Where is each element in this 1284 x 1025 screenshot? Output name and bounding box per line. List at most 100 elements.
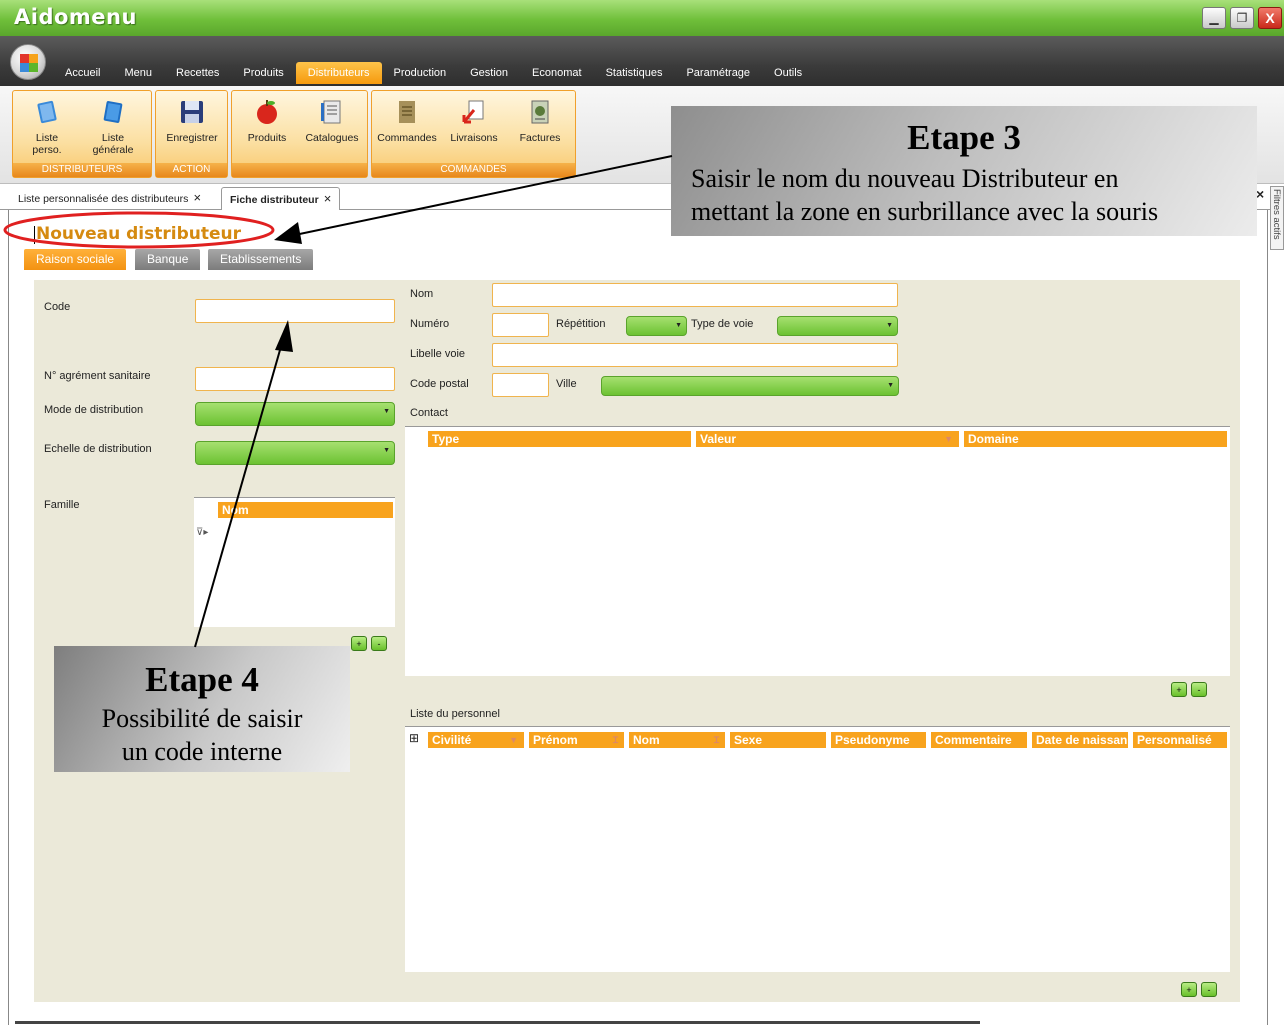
liste-perso-button[interactable]: Liste perso.	[15, 93, 79, 156]
column-header-nom[interactable]: Nom	[218, 502, 393, 518]
echelle-distribution-label: Echelle de distribution	[44, 443, 152, 455]
list-general-icon	[103, 101, 123, 123]
contact-grid-header: Type Valeur ▼ Domaine	[428, 431, 1227, 447]
nom-field[interactable]	[492, 283, 898, 307]
ribbon-group-commandes: Commandes Livraisons Factures COMMANDES	[371, 90, 576, 178]
menu-item-produits[interactable]: Produits	[231, 62, 295, 84]
menu-item-parametrage[interactable]: Paramétrage	[674, 62, 762, 84]
code-postal-label: Code postal	[410, 378, 469, 390]
personnel-label: Liste du personnel	[410, 708, 500, 720]
personnel-add-button[interactable]: +	[1181, 982, 1197, 997]
tab-liste-personnalisee[interactable]: Liste personnalisée des distributeurs ×	[10, 187, 209, 210]
famille-grid-header: Nom	[218, 502, 393, 518]
code-field[interactable]	[195, 299, 395, 323]
ribbon-group-produits: Produits Catalogues	[231, 90, 368, 178]
minimize-button[interactable]: ▁	[1202, 7, 1226, 29]
close-icon[interactable]: ×	[193, 190, 201, 205]
restore-button[interactable]: ❐	[1230, 7, 1254, 29]
chevron-down-icon: ▼	[675, 322, 682, 329]
callout-title: Etape 3	[907, 118, 1021, 157]
close-button[interactable]: X	[1258, 7, 1282, 29]
menu-item-production[interactable]: Production	[382, 62, 459, 84]
chevron-down-icon: ▼	[887, 382, 894, 389]
factures-button[interactable]: Factures	[508, 93, 572, 144]
libelle-voie-label: Libelle voie	[410, 348, 466, 360]
column-header-pseudonyme[interactable]: Pseudonyme	[831, 732, 931, 748]
contact-add-button[interactable]: +	[1171, 682, 1187, 697]
column-header-prenom[interactable]: Prénom Ɪ	[529, 732, 629, 748]
commandes-button[interactable]: Commandes	[375, 93, 439, 144]
delivery-icon	[462, 100, 484, 124]
minimize-icon: ▁	[1209, 11, 1219, 25]
column-header-date-naissance[interactable]: Date de naissan	[1032, 732, 1133, 748]
column-header-type[interactable]: Type	[428, 431, 696, 447]
ribbon-group-label: DISTRIBUTEURS	[13, 163, 151, 177]
livraisons-button[interactable]: Livraisons	[442, 93, 506, 144]
tab-fiche-distributeur[interactable]: Fiche distributeur ×	[221, 187, 341, 210]
sort-icon: ▼	[509, 735, 518, 745]
nom-label: Nom	[410, 288, 434, 300]
echelle-distribution-select[interactable]: ▼	[195, 441, 395, 465]
menu-item-menu[interactable]: Menu	[112, 62, 164, 84]
ribbon-group-label	[232, 163, 367, 177]
numero-field[interactable]	[492, 313, 549, 337]
ville-select[interactable]: ▼	[601, 376, 899, 396]
divider	[15, 1021, 980, 1024]
tab-banque[interactable]: Banque	[135, 249, 201, 270]
code-postal-field[interactable]	[492, 373, 549, 397]
app-logo-icon[interactable]	[10, 44, 46, 80]
catalogues-button[interactable]: Catalogues	[300, 93, 364, 144]
menu-item-accueil[interactable]: Accueil	[53, 62, 112, 84]
menu-item-economat[interactable]: Economat	[520, 62, 594, 84]
filtres-actifs-tab[interactable]: Filtres actifs	[1270, 186, 1284, 250]
famille-remove-button[interactable]: -	[371, 636, 387, 651]
menu-item-outils[interactable]: Outils	[762, 62, 814, 84]
menu-item-gestion[interactable]: Gestion	[458, 62, 520, 84]
produits-button[interactable]: Produits	[235, 93, 299, 144]
enregistrer-button[interactable]: Enregistrer	[160, 93, 224, 144]
personnel-grid[interactable]	[405, 726, 1230, 972]
column-header-commentaire[interactable]: Commentaire	[931, 732, 1032, 748]
column-header-civilite[interactable]: Civilité ▼	[428, 732, 529, 748]
ribbon-group-distributeurs: Liste perso. Liste générale DISTRIBUTEUR…	[12, 90, 152, 178]
close-panel-icon[interactable]: ×	[1256, 186, 1264, 202]
menu-item-distributeurs[interactable]: Distributeurs	[295, 62, 382, 84]
sort-icon: Ɪ	[612, 735, 618, 745]
column-header-domaine[interactable]: Domaine	[964, 431, 1227, 447]
menu-item-recettes[interactable]: Recettes	[164, 62, 231, 84]
order-icon	[399, 101, 415, 123]
restore-icon: ❐	[1236, 11, 1248, 25]
ribbon-group-label: COMMANDES	[372, 163, 575, 177]
liste-generale-button[interactable]: Liste générale	[81, 93, 145, 156]
type-voie-select[interactable]: ▼	[777, 316, 898, 336]
libelle-voie-field[interactable]	[492, 343, 898, 367]
agrement-field[interactable]	[195, 367, 395, 391]
menu-item-statistiques[interactable]: Statistiques	[594, 62, 675, 84]
floppy-disk-icon	[181, 101, 203, 123]
chevron-down-icon: ▼	[383, 408, 390, 415]
agrement-label: N° agrément sanitaire	[44, 370, 151, 382]
tab-etablissements[interactable]: Etablissements	[208, 249, 314, 270]
repetition-select[interactable]: ▼	[626, 316, 687, 336]
column-header-sexe[interactable]: Sexe	[730, 732, 831, 748]
column-chooser-icon[interactable]: ⊞	[409, 731, 419, 745]
app-title: Aidomenu	[14, 5, 137, 29]
mode-distribution-select[interactable]: ▼	[195, 402, 395, 426]
column-header-nom[interactable]: Nom Ɪ	[629, 732, 730, 748]
column-header-valeur[interactable]: Valeur ▼	[696, 431, 964, 447]
contact-remove-button[interactable]: -	[1191, 682, 1207, 697]
famille-add-button[interactable]: +	[351, 636, 367, 651]
ville-label: Ville	[556, 378, 577, 390]
type-voie-label: Type de voie	[691, 318, 754, 330]
form-title-input[interactable]: Nouveau distributeur	[34, 224, 241, 244]
callout-title: Etape 4	[145, 660, 259, 699]
personnel-remove-button[interactable]: -	[1201, 982, 1217, 997]
filter-icon[interactable]: ⊽▸	[196, 527, 208, 538]
contact-grid[interactable]	[405, 426, 1230, 676]
personnel-grid-header: Civilité ▼ Prénom Ɪ Nom Ɪ Sexe Pseudonyme C…	[428, 732, 1227, 748]
title-bar: Aidomenu ▁ ❐ X	[0, 0, 1284, 36]
column-header-personnalise[interactable]: Personnalisé	[1133, 732, 1227, 748]
apple-icon	[257, 100, 277, 124]
tab-raison-sociale[interactable]: Raison sociale	[24, 249, 127, 270]
close-icon[interactable]: ×	[324, 191, 332, 206]
